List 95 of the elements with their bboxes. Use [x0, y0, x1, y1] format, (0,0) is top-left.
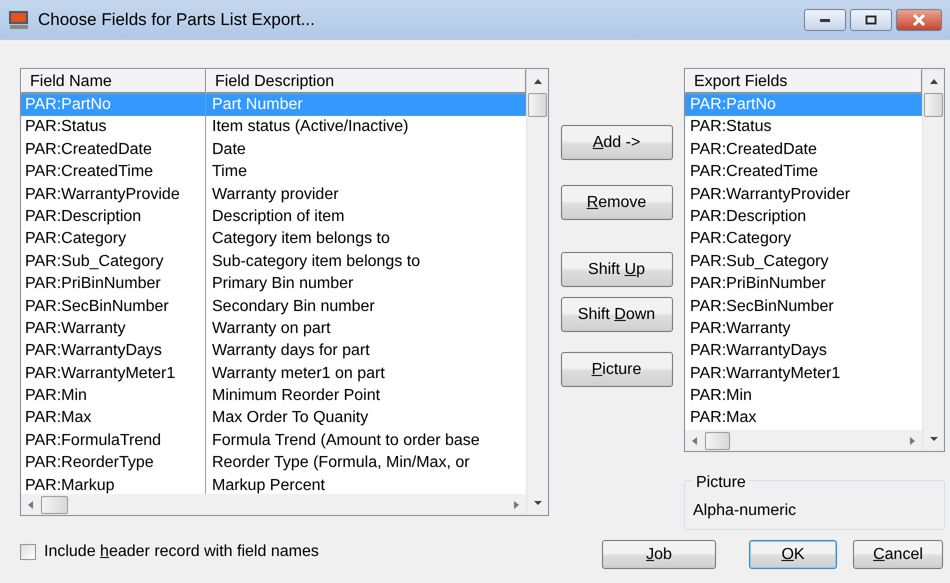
dialog-button[interactable]: Cancel	[853, 540, 943, 569]
field-name-cell: PAR:CreatedTime	[21, 161, 206, 184]
field-name-cell: PAR:FormulaTrend	[21, 430, 206, 452]
field-description-cell-text: Time	[211, 162, 248, 182]
close-icon	[912, 14, 926, 26]
field-name-cell: PAR:Sub_Category	[21, 250, 206, 274]
close-button[interactable]	[896, 9, 942, 31]
field-description-cell-text: Max Order To Quanity	[211, 408, 370, 428]
window-title: Choose Fields for Parts List Export...	[38, 9, 315, 32]
list-item[interactable]: PAR:Description	[685, 206, 922, 228]
checkbox-label[interactable]: Include header record with field names	[44, 540, 319, 564]
field-description-cell-text: Item status (Active/Inactive)	[211, 117, 410, 138]
horizontal-scrollbar[interactable]	[21, 494, 526, 515]
table-row[interactable]: PAR:PriBinNumber Primary Bin number	[21, 273, 526, 296]
picture-value: Alpha-numeric	[693, 502, 796, 519]
maximize-button[interactable]	[850, 9, 892, 31]
list-item[interactable]: PAR:Min	[685, 385, 922, 408]
action-button[interactable]: Shift Up	[560, 252, 672, 287]
table-row[interactable]: PAR:Status Item status (Active/Inactive)	[21, 116, 526, 139]
list-item[interactable]: PAR:SecBinNumber	[685, 296, 922, 318]
field-description-cell-text: Warranty meter1 on part	[211, 364, 386, 384]
checkbox[interactable]	[20, 544, 36, 560]
field-description-cell-text: Formula Trend (Amount to order base	[211, 430, 481, 451]
list-item[interactable]: PAR:CreatedTime	[685, 161, 922, 184]
maximize-icon	[865, 15, 877, 25]
table-row[interactable]: PAR:WarrantyMeter1 Warranty meter1 on part	[21, 362, 526, 386]
table-row[interactable]: PAR:Category Category item belongs to	[21, 228, 526, 251]
field-name-cell: PAR:Category	[21, 228, 206, 251]
list-item[interactable]: PAR:Sub_Category	[685, 250, 922, 274]
field-name-cell: PAR:WarrantyProvide	[21, 184, 206, 206]
field-name-cell: PAR:WarrantyMeter1	[21, 362, 206, 386]
field-name-cell: PAR:Status	[21, 116, 206, 139]
table-row[interactable]: PAR:WarrantyProvide Warranty provider	[21, 184, 526, 206]
field-name-cell: PAR:Warranty	[21, 318, 206, 340]
field-description-cell-text: Warranty provider	[211, 184, 340, 205]
table-row[interactable]: PAR:FormulaTrend Formula Trend (Amount to order base	[21, 430, 526, 452]
action-button[interactable]: Shift Down	[560, 297, 672, 332]
list-item[interactable]: PAR:CreatedDate	[685, 138, 922, 162]
list-item[interactable]: PAR:Max	[685, 407, 922, 430]
field-description-cell-text: Date	[211, 140, 247, 160]
field-description-cell-text: Reorder Type (Formula, Min/Max, or	[211, 453, 471, 474]
field-description-cell-text: Description of item	[211, 206, 346, 227]
table-row[interactable]: PAR:Warranty Warranty on part	[21, 318, 526, 340]
field-name-cell: PAR:CreatedDate	[21, 138, 206, 162]
action-button[interactable]: Remove	[560, 185, 672, 220]
field-description-cell-text: Sub-category item belongs to	[211, 252, 422, 272]
field-name-cell: PAR:ReorderType	[21, 452, 206, 475]
list-item[interactable]: PAR:Status	[685, 116, 922, 139]
field-name-cell: PAR:PartNo	[21, 94, 206, 116]
table-row[interactable]: PAR:Max Max Order To Quanity	[21, 407, 526, 430]
list-item[interactable]: PAR:Category	[685, 228, 922, 251]
field-name-cell: PAR:PriBinNumber	[21, 273, 206, 296]
field-description-cell-text: Warranty on part	[211, 318, 332, 339]
column-header[interactable]: Field Name	[21, 69, 206, 93]
scroll-thumb[interactable]	[528, 93, 547, 117]
dialog-button[interactable]: Job	[602, 540, 716, 569]
computer-icon	[8, 10, 30, 30]
table-row[interactable]: PAR:Description Description of item	[21, 206, 526, 228]
column-header[interactable]: Export Fields	[685, 69, 922, 93]
action-button[interactable]: Picture	[560, 352, 672, 387]
list-item[interactable]: PAR:WarrantyProvider	[685, 184, 922, 206]
field-name-cell: PAR:SecBinNumber	[21, 296, 206, 318]
field-name-cell: PAR:Max	[21, 407, 206, 430]
minimize-icon	[819, 17, 831, 23]
field-description-cell-text: Warranty days for part	[211, 341, 371, 362]
field-name-cell: PAR:Min	[21, 385, 206, 408]
horizontal-scrollbar[interactable]	[685, 430, 922, 451]
field-description-cell-text: Minimum Reorder Point	[211, 386, 382, 406]
table-row[interactable]: PAR:CreatedTime Time	[21, 161, 526, 184]
vertical-scrollbar[interactable]	[922, 69, 944, 451]
table-row[interactable]: PAR:WarrantyDays Warranty days for part	[21, 340, 526, 363]
field-description-cell-text: Primary Bin number	[211, 274, 354, 294]
list-item[interactable]: PAR:WarrantyMeter1	[685, 362, 922, 386]
table-row[interactable]: PAR:ReorderType Reorder Type (Formula, Min/Max, or	[21, 452, 526, 475]
field-name-cell: PAR:Description	[21, 206, 206, 228]
table-row[interactable]: PAR:Min Minimum Reorder Point	[21, 385, 526, 408]
list-item[interactable]: PAR:Warranty	[685, 318, 922, 340]
table-row[interactable]: PAR:Sub_Category Sub-category item belongs to	[21, 250, 526, 274]
scroll-thumb[interactable]	[924, 93, 943, 117]
field-description-cell-text: Markup Percent	[211, 476, 326, 494]
action-button[interactable]: Add ->	[560, 125, 672, 160]
minimize-button[interactable]	[804, 9, 846, 31]
vertical-scrollbar[interactable]	[526, 69, 548, 515]
dialog-button[interactable]: OK	[749, 540, 837, 569]
field-description-cell-text: Secondary Bin number	[211, 296, 376, 317]
list-item[interactable]: PAR:WarrantyDays	[685, 340, 922, 363]
scroll-thumb[interactable]	[705, 432, 730, 450]
list-item[interactable]: PAR:PriBinNumber	[685, 273, 922, 296]
table-row[interactable]: PAR:SecBinNumber Secondary Bin number	[21, 296, 526, 318]
field-description-cell-text: Category item belongs to	[211, 229, 391, 250]
table-row[interactable]: PAR:CreatedDate Date	[21, 138, 526, 162]
field-name-cell: PAR:WarrantyDays	[21, 340, 206, 363]
scroll-thumb[interactable]	[41, 496, 68, 514]
column-header[interactable]: Field Description	[206, 69, 526, 93]
field-description-cell-text: Part Number	[211, 95, 304, 115]
